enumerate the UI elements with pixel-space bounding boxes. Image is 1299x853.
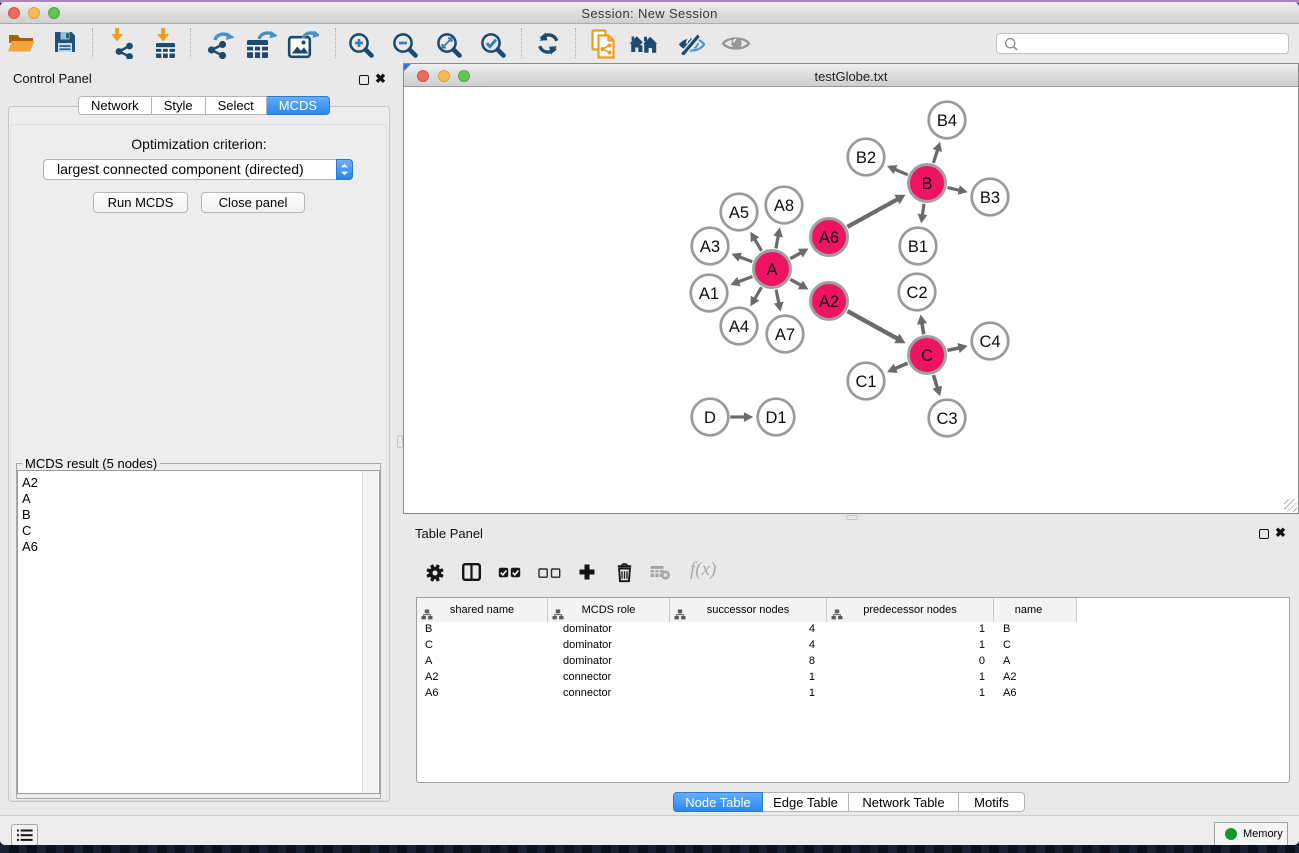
svg-text:B3: B3 [980, 189, 1000, 207]
svg-text:A3: A3 [700, 238, 720, 256]
svg-text:A6: A6 [819, 229, 839, 247]
svg-text:C3: C3 [936, 410, 957, 428]
svg-text:D: D [704, 409, 716, 427]
svg-text:A5: A5 [729, 204, 749, 222]
svg-text:A8: A8 [774, 197, 794, 215]
svg-text:B2: B2 [856, 149, 876, 167]
svg-text:C4: C4 [979, 333, 1000, 351]
svg-text:B: B [921, 175, 932, 193]
svg-text:A4: A4 [729, 318, 749, 336]
svg-text:B1: B1 [908, 238, 928, 256]
svg-text:D1: D1 [765, 409, 786, 427]
svg-text:A7: A7 [775, 326, 795, 344]
svg-text:C: C [921, 347, 933, 365]
svg-text:C1: C1 [855, 373, 876, 391]
svg-text:B4: B4 [937, 112, 957, 130]
svg-text:A1: A1 [699, 285, 719, 303]
svg-text:A2: A2 [819, 293, 839, 311]
svg-text:C2: C2 [906, 284, 927, 302]
svg-text:A: A [766, 261, 777, 279]
